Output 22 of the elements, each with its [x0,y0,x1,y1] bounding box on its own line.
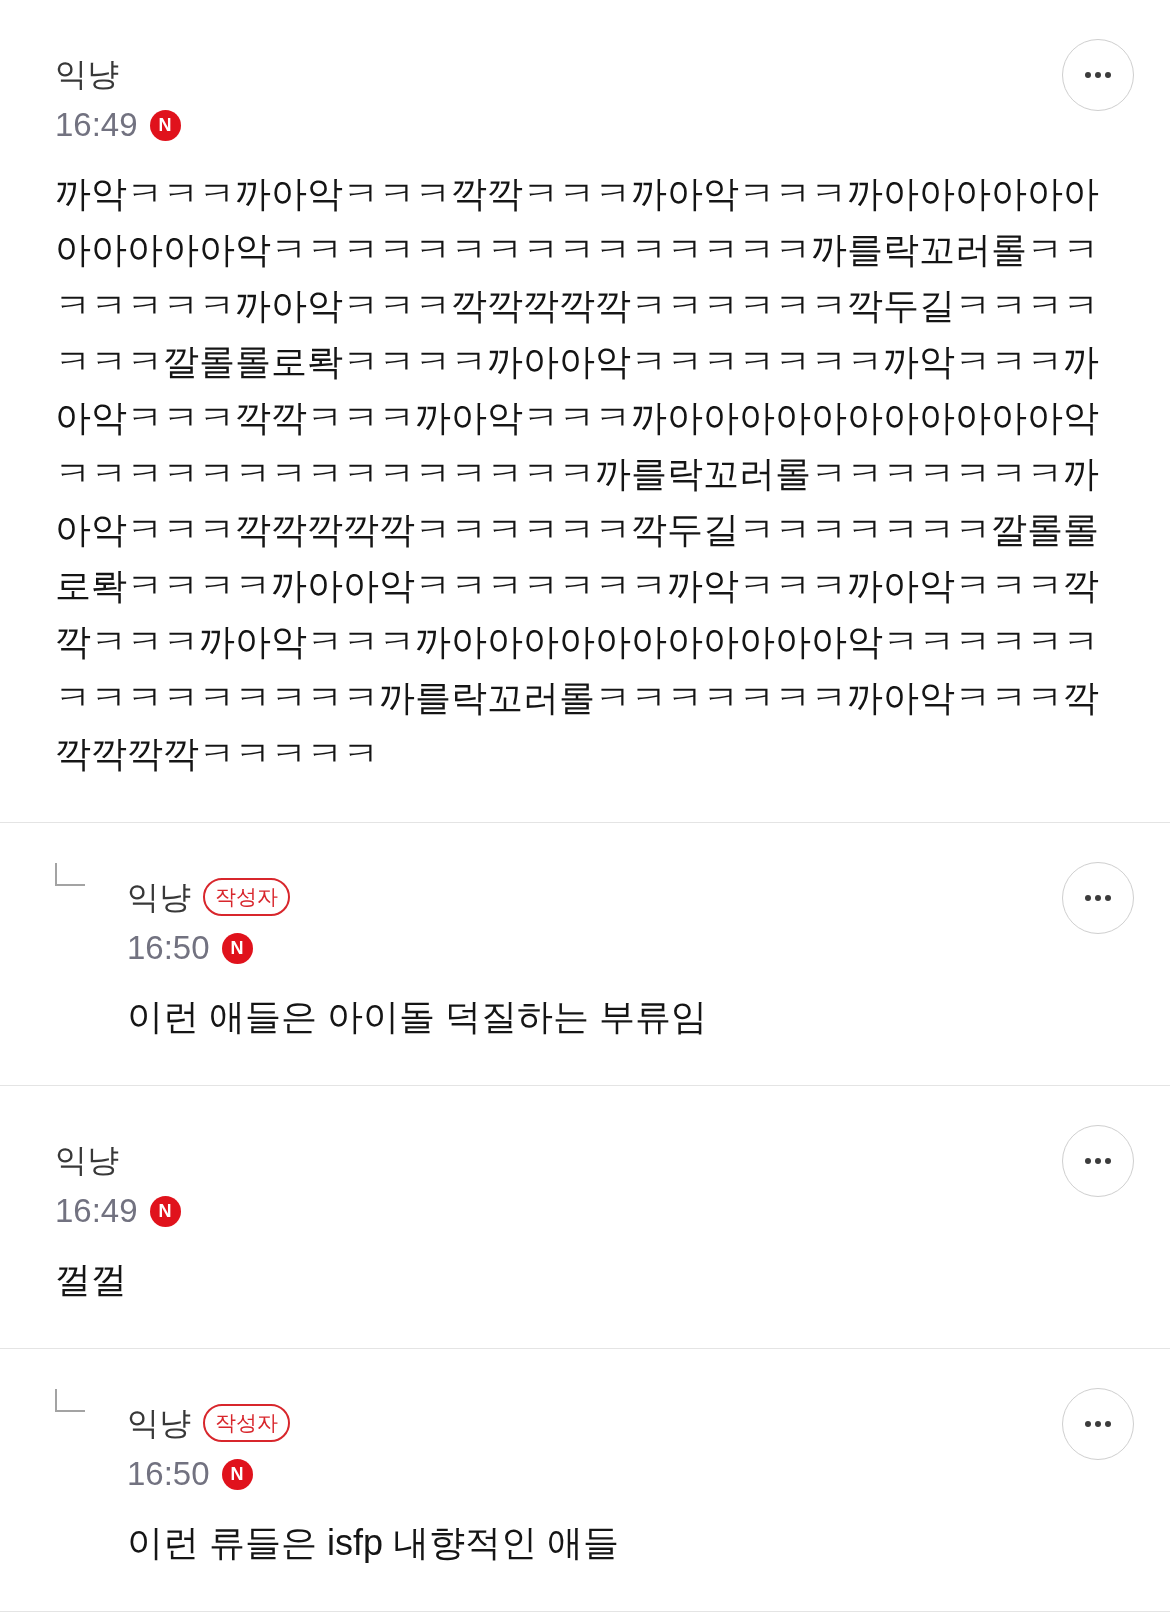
comment-text: 이런 애들은 아이돌 덕질하는 부류임 [127,995,708,1039]
comment-time: 16:49 [55,1191,138,1231]
new-badge: N [221,1458,253,1490]
more-icon [1085,1158,1111,1164]
comment-text: 이런 류들은 isfp 내향적인 애들 [127,1521,621,1565]
new-badge: N [221,932,253,964]
author-name: 익냥 [127,878,191,917]
comment-text: 껄껄 [55,1258,128,1302]
more-icon [1085,72,1111,78]
comment-text: 까악ㅋㅋㅋ까아악ㅋㅋㅋ깍깍ㅋㅋㅋ까아악ㅋㅋㅋ까아아아아아아아아아아아악ㅋㅋㅋㅋㅋㅋㅋㅋㅋㅋㅋㅋㅋㅋㅋ까를락꼬러롤ㅋㅋㅋㅋㅋㅋㅋ까아악ㅋㅋㅋ깍깍깍깍깍ㅋㅋㅋㅋㅋㅋ깍두길ㅋㅋㅋㅋㅋㅋㅋ깔롤롤로롹ㅋㅋㅋㅋ까아아악ㅋㅋㅋㅋㅋㅋㅋ까악ㅋㅋㅋ까아악ㅋㅋㅋ깍깍ㅋㅋㅋ까아악ㅋㅋㅋ까아아아아아아아아아아아악ㅋㅋㅋㅋㅋㅋㅋㅋㅋㅋㅋㅋㅋㅋㅋ까를락꼬러롤ㅋㅋㅋㅋㅋㅋㅋ까아악ㅋㅋㅋ깍깍깍깍깍ㅋㅋㅋㅋㅋㅋ깍두길ㅋㅋㅋㅋㅋㅋㅋ깔롤롤로롹ㅋㅋㅋㅋ까아아악ㅋㅋㅋㅋㅋㅋㅋ까악ㅋㅋㅋ까아악ㅋㅋㅋ깍깍ㅋㅋㅋ까아악ㅋㅋㅋ까아아아아아아아아아아아악ㅋㅋㅋㅋㅋㅋㅋㅋㅋㅋㅋㅋㅋㅋㅋ까를락꼬러롤ㅋㅋㅋㅋㅋㅋㅋ까아악ㅋㅋㅋ깍깍깍깍깍ㅋㅋㅋㅋㅋ [55,172,1100,776]
new-badge: N [149,1195,181,1227]
comment-time: 16:49 [55,105,138,145]
author-name: 익냥 [127,1404,191,1443]
new-badge: N [149,109,181,141]
author-badge: 작성자 [203,1404,290,1442]
more-icon [1085,895,1111,901]
author-name: 익냥 [55,1141,119,1180]
more-icon [1085,1421,1111,1427]
author-name: 익냥 [55,55,119,94]
author-badge: 작성자 [203,878,290,916]
comment-time: 16:50 [127,1454,210,1494]
comment-time: 16:50 [127,928,210,968]
